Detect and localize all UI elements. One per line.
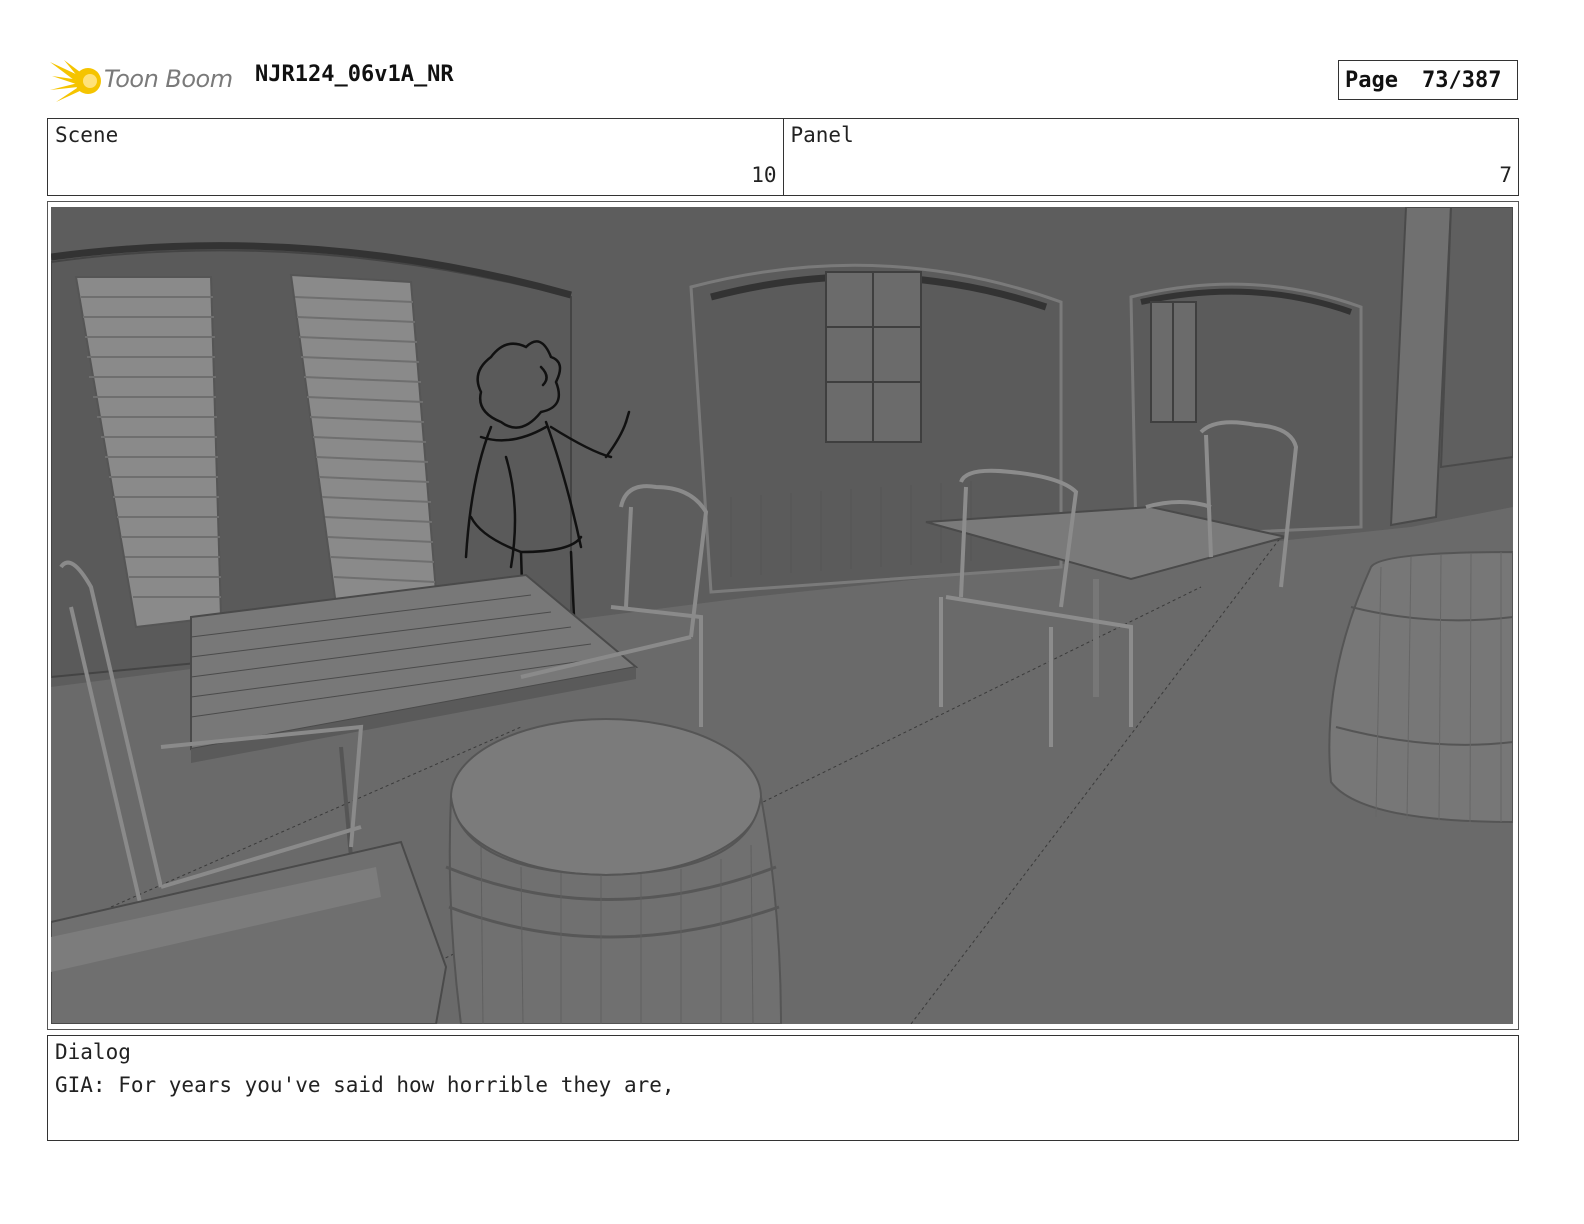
panel-cell: Panel 7 [782,119,1519,195]
storyboard-panel [47,201,1519,1030]
logo-text: Toon Boom [104,65,233,93]
page-number: 73/387 [1421,67,1502,93]
panel-label: Panel [790,123,854,147]
scene-panel-info: Scene 10 Panel 7 [47,118,1519,196]
document-title: NJR124_06v1A_NR [255,62,454,87]
page-label: Page [1345,67,1398,93]
dialog-label: Dialog [55,1040,131,1064]
starburst-logo-icon [50,60,101,102]
dialog-text: GIA: For years you've said how horrible … [55,1073,675,1097]
panel-artwork [51,207,1513,1024]
scene-cell: Scene 10 [48,119,783,195]
toon-boom-logo: Toon Boom [50,56,240,106]
scene-value: 10 [751,163,777,187]
dialog-box: Dialog GIA: For years you've said how ho… [47,1035,1519,1141]
panel-value: 7 [1499,163,1512,187]
page-indicator: Page 73/387 [1338,60,1518,100]
scene-label: Scene [55,123,119,147]
